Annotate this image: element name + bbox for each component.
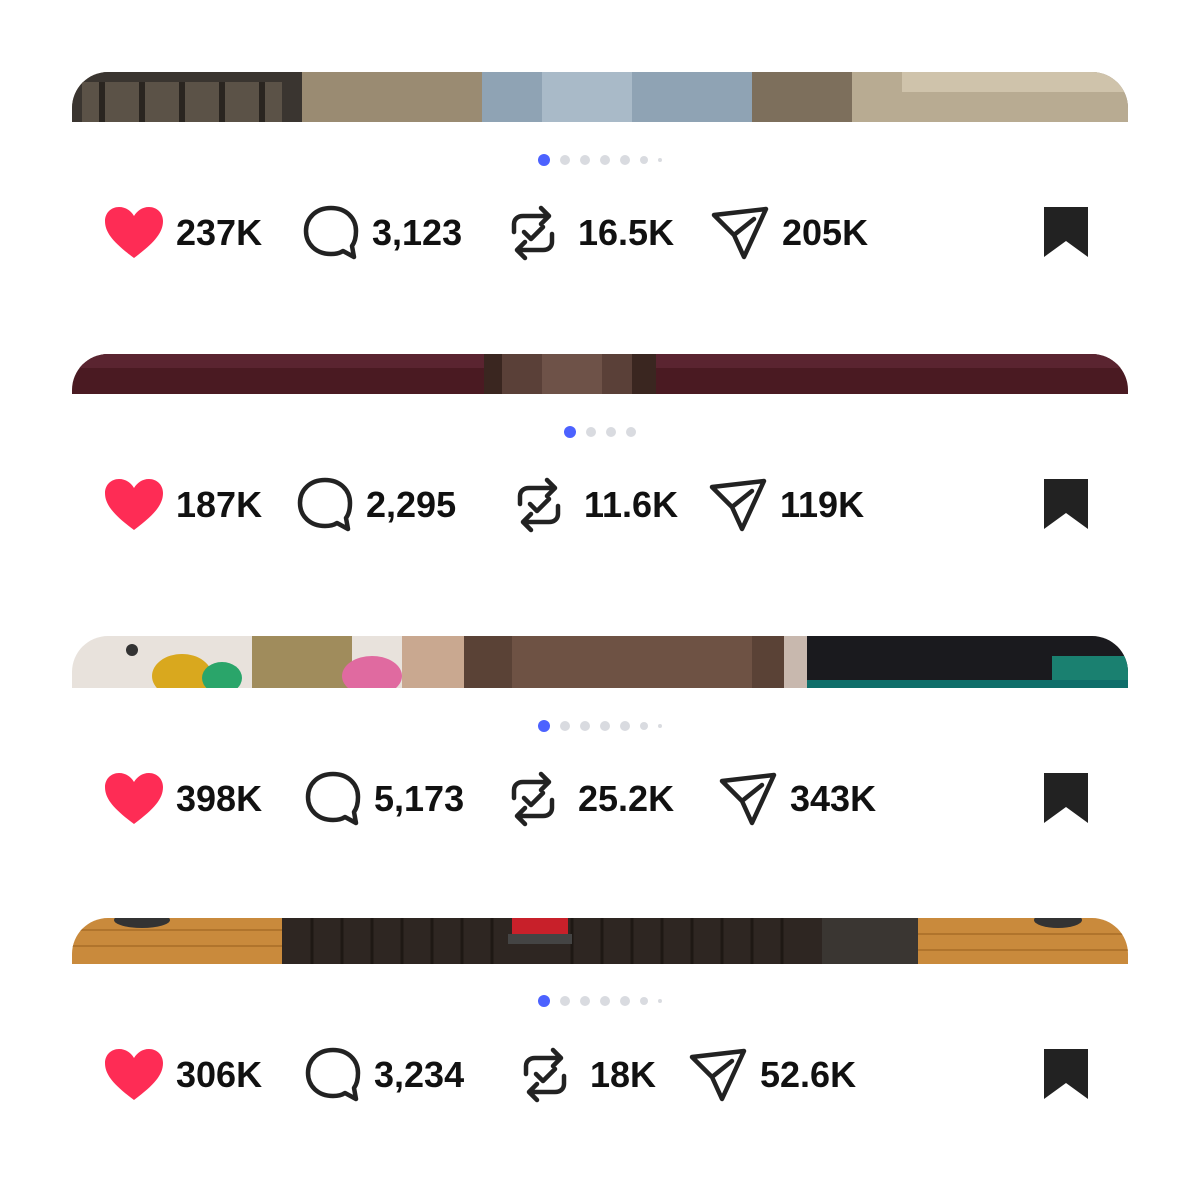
post-image	[72, 918, 1128, 964]
carousel-dot[interactable]	[600, 155, 610, 165]
comment-count: 3,234	[374, 1054, 465, 1095]
carousel-dot[interactable]	[620, 721, 630, 731]
carousel-dot-active[interactable]	[564, 426, 576, 438]
send-icon	[718, 771, 778, 827]
carousel-dot[interactable]	[560, 721, 570, 731]
carousel-dot-active[interactable]	[538, 720, 550, 732]
bookmark-button[interactable]	[1042, 205, 1090, 264]
share-button[interactable]: 52.6K	[688, 1040, 856, 1110]
comment-button[interactable]: 3,123	[302, 198, 462, 268]
carousel-dot-active[interactable]	[538, 154, 550, 166]
heart-icon	[104, 1048, 164, 1102]
comment-count: 3,123	[372, 212, 463, 253]
bookmark-button[interactable]	[1042, 1047, 1090, 1106]
post-image	[72, 72, 1128, 122]
post-media[interactable]	[72, 72, 1128, 122]
carousel-dot[interactable]	[620, 155, 630, 165]
carousel-dot[interactable]	[640, 997, 648, 1005]
post-media[interactable]	[72, 636, 1128, 688]
repost-icon	[508, 202, 558, 264]
carousel-dot[interactable]	[640, 722, 648, 730]
comment-button[interactable]: 3,234	[304, 1040, 464, 1110]
carousel-dot-active[interactable]	[538, 995, 550, 1007]
comment-bubble-icon	[304, 770, 362, 828]
carousel-indicator	[0, 720, 1200, 732]
comment-bubble-icon	[302, 204, 360, 262]
carousel-dot[interactable]	[620, 996, 630, 1006]
carousel-indicator	[0, 426, 1200, 438]
bookmark-button[interactable]	[1042, 477, 1090, 536]
repost-button[interactable]: 11.6K	[514, 470, 678, 540]
bookmark-button[interactable]	[1042, 771, 1090, 830]
carousel-dot[interactable]	[560, 155, 570, 165]
bookmark-icon	[1042, 773, 1090, 829]
heart-icon	[104, 772, 164, 826]
share-count: 119K	[780, 484, 865, 525]
repost-icon	[520, 1044, 570, 1106]
carousel-dot[interactable]	[580, 155, 590, 165]
carousel-indicator	[0, 995, 1200, 1007]
post-image	[72, 354, 1128, 394]
like-count: 306K	[176, 1054, 263, 1095]
repost-icon	[508, 768, 558, 830]
carousel-dot[interactable]	[658, 724, 662, 728]
bookmark-icon	[1042, 479, 1090, 535]
send-icon	[710, 205, 770, 261]
repost-count: 25.2K	[578, 778, 675, 819]
comment-count: 2,295	[366, 484, 457, 525]
action-bar: 237K 3,123 16.5K 205K	[0, 198, 1200, 268]
carousel-indicator	[0, 154, 1200, 166]
post-image	[72, 636, 1128, 688]
share-button[interactable]: 205K	[710, 198, 868, 268]
share-count: 52.6K	[760, 1054, 857, 1095]
like-count: 187K	[176, 484, 263, 525]
post-media[interactable]	[72, 354, 1128, 394]
carousel-dot[interactable]	[600, 721, 610, 731]
share-button[interactable]: 343K	[718, 764, 876, 834]
carousel-dot[interactable]	[586, 427, 596, 437]
like-button[interactable]: 237K	[104, 198, 262, 268]
like-button[interactable]: 398K	[104, 764, 262, 834]
send-icon	[708, 477, 768, 533]
action-bar: 187K 2,295 11.6K 119K	[0, 470, 1200, 540]
heart-icon	[104, 478, 164, 532]
carousel-dot[interactable]	[640, 156, 648, 164]
comment-button[interactable]: 2,295	[296, 470, 456, 540]
like-count: 237K	[176, 212, 263, 253]
carousel-dot[interactable]	[658, 158, 662, 162]
repost-count: 11.6K	[584, 484, 679, 525]
send-icon	[688, 1047, 748, 1103]
comment-button[interactable]: 5,173	[304, 764, 464, 834]
share-count: 205K	[782, 212, 869, 253]
bookmark-icon	[1042, 207, 1090, 263]
repost-count: 16.5K	[578, 212, 675, 253]
comment-bubble-icon	[296, 476, 354, 534]
like-button[interactable]: 306K	[104, 1040, 262, 1110]
carousel-dot[interactable]	[580, 721, 590, 731]
action-bar: 398K 5,173 25.2K 343K	[0, 764, 1200, 834]
share-count: 343K	[790, 778, 877, 819]
carousel-dot[interactable]	[600, 996, 610, 1006]
repost-count: 18K	[590, 1054, 657, 1095]
carousel-dot[interactable]	[580, 996, 590, 1006]
share-button[interactable]: 119K	[708, 470, 864, 540]
carousel-dot[interactable]	[626, 427, 636, 437]
carousel-dot[interactable]	[560, 996, 570, 1006]
repost-button[interactable]: 25.2K	[508, 764, 674, 834]
repost-button[interactable]: 16.5K	[508, 198, 674, 268]
repost-icon	[514, 474, 564, 536]
action-bar: 306K 3,234 18K 52.6K	[0, 1040, 1200, 1110]
bookmark-icon	[1042, 1049, 1090, 1105]
post-media[interactable]	[72, 918, 1128, 964]
repost-button[interactable]: 18K	[520, 1040, 656, 1110]
heart-icon	[104, 206, 164, 260]
comment-bubble-icon	[304, 1046, 362, 1104]
like-count: 398K	[176, 778, 263, 819]
carousel-dot[interactable]	[658, 999, 662, 1003]
carousel-dot[interactable]	[606, 427, 616, 437]
comment-count: 5,173	[374, 778, 465, 819]
like-button[interactable]: 187K	[104, 470, 262, 540]
